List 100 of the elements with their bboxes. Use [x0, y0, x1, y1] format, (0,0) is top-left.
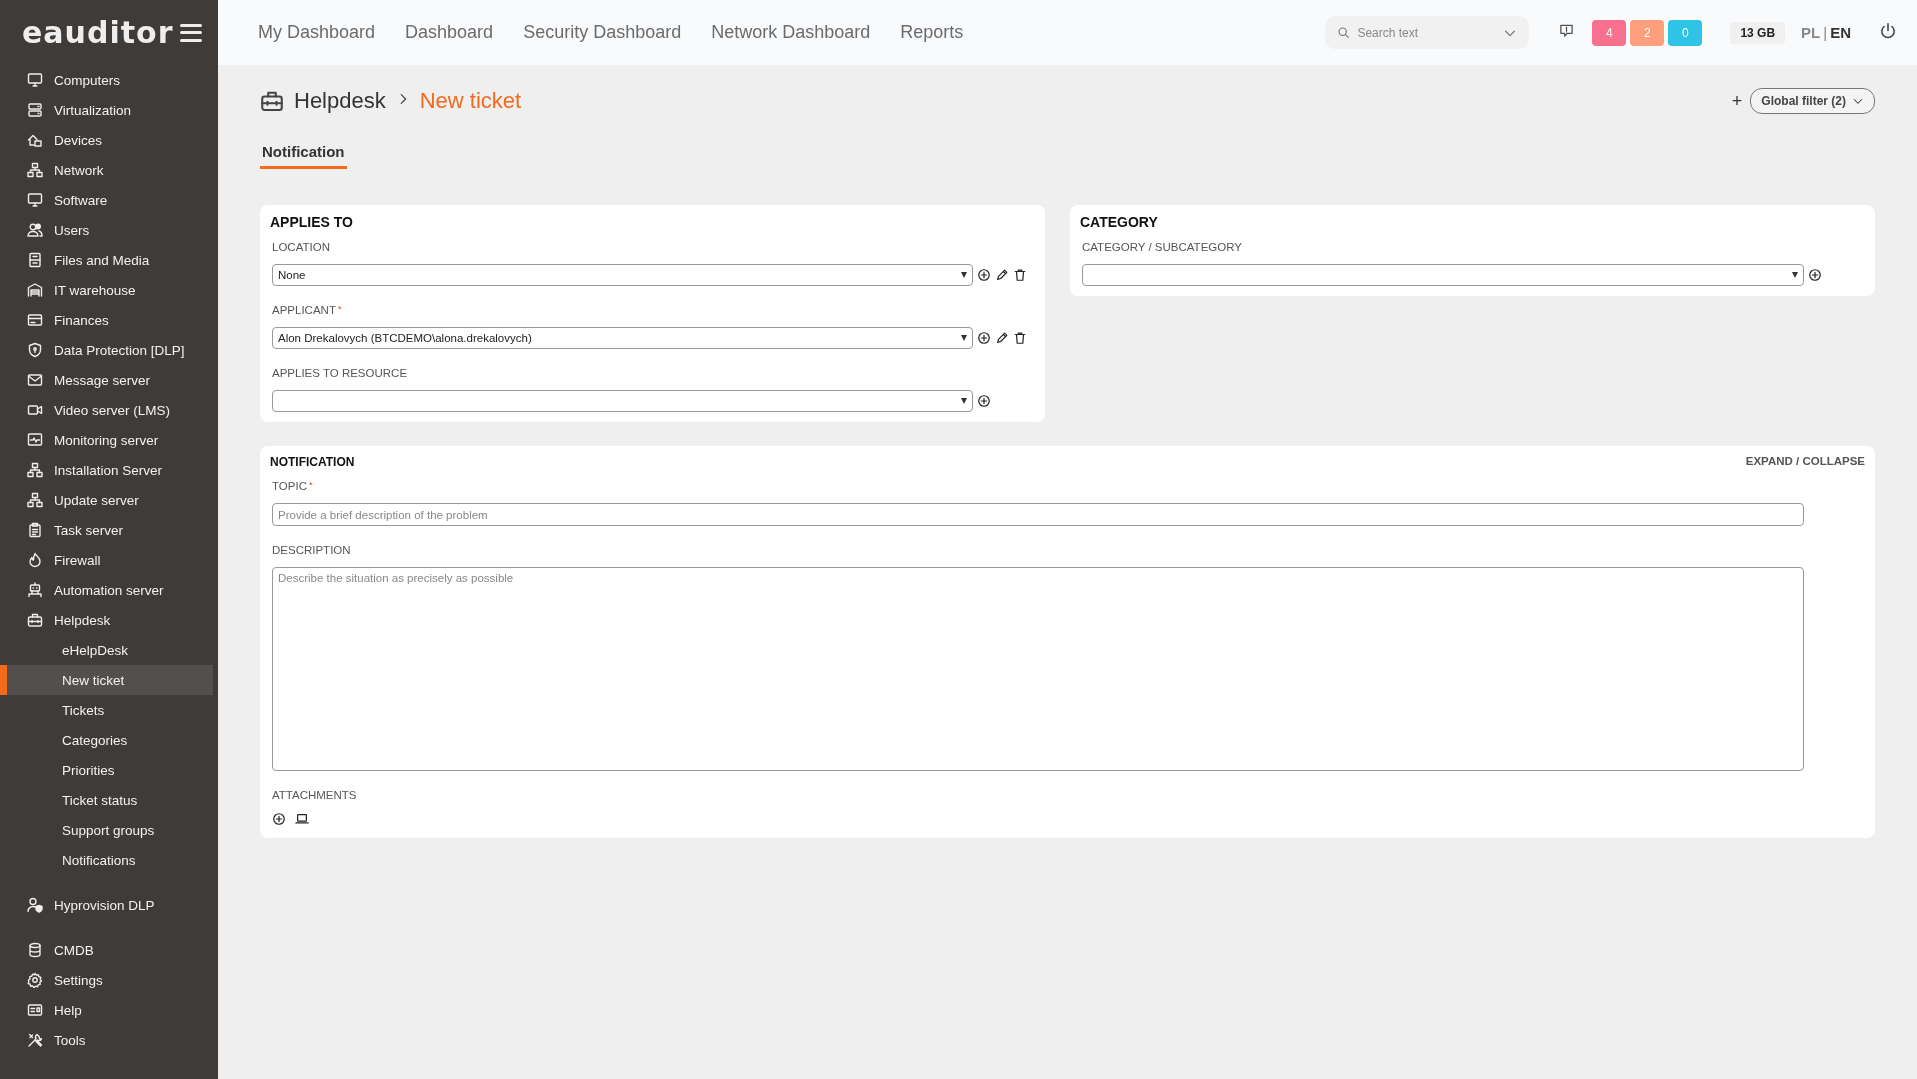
sidebar-item[interactable]: Settings: [0, 965, 213, 995]
sidebar-item[interactable]: Tickets: [0, 695, 213, 725]
sidebar-item[interactable]: Help: [0, 995, 213, 1025]
sidebar-item[interactable]: Task server: [0, 515, 213, 545]
select-field[interactable]: [1082, 264, 1804, 286]
sidebar-item[interactable]: New ticket: [0, 665, 213, 695]
search-field[interactable]: Search text: [1355, 24, 1499, 41]
panel-title: NOTIFICATION: [270, 455, 355, 469]
sidebar-item[interactable]: Devices: [0, 125, 213, 155]
sidebar-item[interactable]: Network: [0, 155, 213, 185]
sidebar-item[interactable]: Tools: [0, 1025, 213, 1055]
sidebar-item[interactable]: Video server (LMS): [0, 395, 213, 425]
video-camera-icon: [27, 402, 43, 418]
server-icon: [27, 102, 43, 118]
sidebar-item[interactable]: Notifications: [0, 845, 213, 875]
sidebar-item[interactable]: Files and Media: [0, 245, 213, 275]
sidebar-item[interactable]: Message server: [0, 365, 213, 395]
power-icon: [1879, 21, 1897, 40]
robot-icon: [27, 582, 43, 598]
sidebar-item[interactable]: Firewall: [0, 545, 213, 575]
select-field[interactable]: [272, 390, 973, 412]
clipboard-icon: [27, 522, 43, 538]
sidebar-item[interactable]: Finances: [0, 305, 213, 335]
sidebar-item[interactable]: eHelpDesk: [0, 635, 213, 665]
sidebar-item[interactable]: Priorities: [0, 755, 213, 785]
sidebar-item[interactable]: Monitoring server: [0, 425, 213, 455]
warehouse-icon: [27, 282, 43, 298]
language-separator: |: [1823, 24, 1828, 41]
monitor-icon: [27, 192, 43, 208]
laptop-icon: [294, 812, 310, 826]
description-field[interactable]: Describe the situation as precisely as possible: [272, 567, 1804, 771]
sidebar-item[interactable]: Computers: [0, 65, 213, 95]
add-icon: [977, 331, 991, 345]
field-label: ATTACHMENTS: [272, 789, 357, 801]
users-icon: [27, 222, 43, 238]
panel-title: CATEGORY: [1080, 214, 1159, 230]
search-icon: [1337, 26, 1351, 39]
trash-icon: [1013, 268, 1027, 282]
id-card-icon: [27, 1002, 43, 1018]
sidebar-item[interactable]: Data Protection [DLP]: [0, 335, 213, 365]
field-label: LOCATION: [272, 241, 330, 253]
network-icon: [27, 492, 43, 508]
sidebar-item[interactable]: Helpdesk: [0, 605, 213, 635]
sidebar-item[interactable]: Support groups: [0, 815, 213, 845]
nav-link[interactable]: Reports: [900, 22, 964, 43]
topic-field[interactable]: Provide a brief description of the problem: [272, 503, 1804, 526]
trash-icon: [1013, 331, 1027, 345]
file-cabinet-icon: [27, 252, 43, 268]
sidebar-item[interactable]: Software: [0, 185, 213, 215]
sidebar-item[interactable]: Categories: [0, 725, 213, 755]
global-filter-button[interactable]: Global filter (2): [1750, 88, 1875, 114]
tools-icon: [27, 1032, 43, 1048]
breadcrumb-item[interactable]: Helpdesk: [294, 88, 386, 114]
sidebar-item[interactable]: Update server: [0, 485, 213, 515]
envelope-icon: [27, 372, 43, 388]
menu-icon[interactable]: [180, 23, 202, 42]
required-mark: *: [337, 304, 342, 316]
shield-icon: [27, 342, 43, 358]
sidebar-item[interactable]: CMDB: [0, 935, 213, 965]
sidebar-item[interactable]: Installation Server: [0, 455, 213, 485]
sidebar-item[interactable]: Virtualization: [0, 95, 213, 125]
select-field[interactable]: None: [272, 264, 973, 286]
sidebar-item[interactable]: Users: [0, 215, 213, 245]
breadcrumb-item: New ticket: [419, 88, 522, 114]
field-label: TOPIC: [272, 480, 307, 492]
language-link[interactable]: EN: [1830, 24, 1851, 41]
sidebar-item[interactable]: Automation server: [0, 575, 213, 605]
add-icon: [1808, 268, 1822, 282]
field-label: CATEGORY / SUBCATEGORY: [1082, 241, 1242, 253]
logo: eauditor: [22, 15, 174, 50]
message-alert-icon: [1559, 23, 1575, 38]
nav-link[interactable]: Network Dashboard: [711, 22, 871, 43]
search-bar[interactable]: Search text: [1325, 16, 1530, 49]
expand-collapse-link[interactable]: EXPAND / COLLAPSE: [1745, 455, 1865, 469]
add-icon: [977, 268, 991, 282]
flame-icon: [27, 552, 43, 568]
monitor-icon: [27, 72, 43, 88]
card-icon: [27, 312, 43, 328]
required-mark: *: [308, 480, 313, 492]
nav-link[interactable]: Dashboard: [405, 22, 494, 43]
select-field[interactable]: Alon Drekalovych (BTCDEMO\alona.drekalovych): [272, 327, 973, 349]
panel-title: APPLIES TO: [270, 214, 354, 230]
tab[interactable]: Notification: [260, 139, 347, 169]
database-icon: [27, 942, 43, 958]
field-label: APPLIES TO RESOURCE: [272, 367, 408, 379]
toolbox-icon: [27, 612, 43, 628]
add-icon: [977, 394, 991, 408]
sidebar-item[interactable]: IT warehouse: [0, 275, 213, 305]
add-attachment-icon: [272, 812, 286, 826]
pulse-monitor-icon: [27, 432, 43, 448]
nav-link[interactable]: My Dashboard: [258, 22, 376, 43]
toolbox-icon: [260, 89, 284, 113]
network-icon: [27, 462, 43, 478]
add-filter-button[interactable]: +: [1731, 90, 1743, 112]
field-label: DESCRIPTION: [272, 544, 351, 556]
nav-link[interactable]: Security Dashboard: [523, 22, 682, 43]
sidebar-item[interactable]: Hyprovision DLP: [0, 890, 213, 920]
sidebar-item[interactable]: Ticket status: [0, 785, 213, 815]
storage-label: 13 GB: [1730, 21, 1786, 44]
user-shield-icon: [27, 897, 43, 913]
